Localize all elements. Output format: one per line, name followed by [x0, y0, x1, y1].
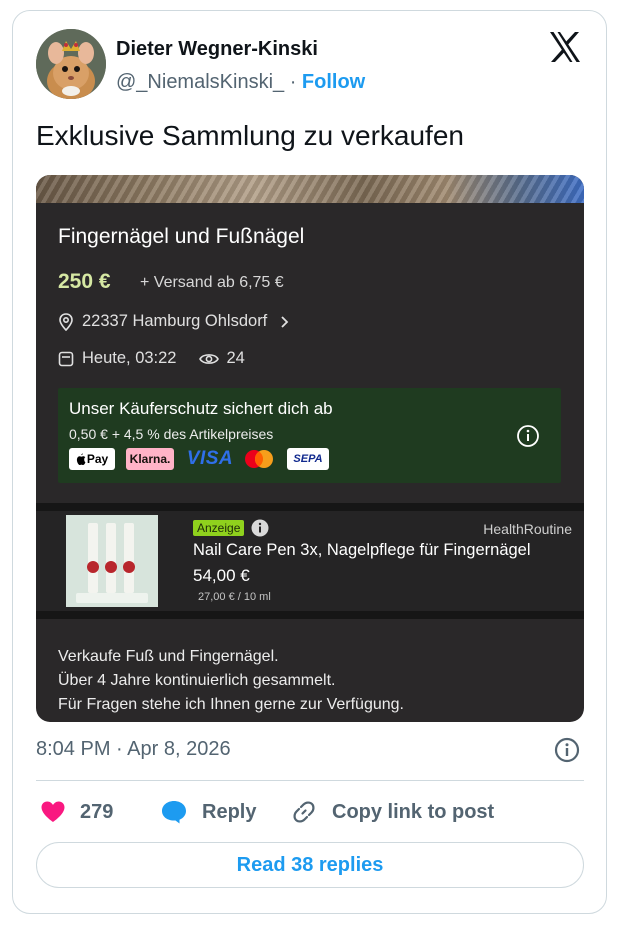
divider: [36, 611, 584, 619]
heart-icon: [41, 801, 65, 822]
listing-location: 22337 Hamburg Ohlsdorf: [58, 312, 297, 331]
apple-icon: [76, 453, 86, 465]
view-count: 24: [226, 349, 245, 367]
author-handle-row: @_NiemalsKinski_ · Follow: [116, 71, 365, 94]
description-line: Verkaufe Fuß und Fingernägel.: [58, 648, 279, 665]
protection-fee: 0,50 € + 4,5 % des Artikelpreises: [69, 426, 274, 442]
follow-button[interactable]: Follow: [302, 71, 365, 93]
sepa-badge: SEPA: [287, 448, 329, 470]
ad-banner[interactable]: Anzeige HealthRoutine Nail Care Pen 3x, …: [36, 511, 584, 611]
reply-bubble-icon: [162, 801, 186, 824]
calendar-icon: [58, 351, 74, 366]
ad-info-icon[interactable]: [251, 519, 269, 537]
info-icon[interactable]: [516, 424, 540, 448]
ad-product-image: [66, 515, 158, 607]
location-text: 22337 Hamburg Ohlsdorf: [82, 312, 268, 330]
tweet-media[interactable]: Fingernägel und Fußnägel 250 € + Versand…: [36, 175, 584, 722]
like-count: 279: [80, 800, 114, 823]
tweet-text: Exklusive Sammlung zu verkaufen: [36, 120, 464, 151]
description-line: Über 4 Jahre kontinuierlich gesammelt.: [58, 672, 336, 689]
avatar[interactable]: [36, 29, 106, 99]
posted-time: Heute, 03:22: [82, 349, 177, 367]
listing-photo: [36, 175, 584, 203]
reply-label: Reply: [202, 800, 257, 823]
copy-link-label: Copy link to post: [332, 800, 495, 823]
mastercard-badge: [242, 448, 276, 470]
read-replies-button[interactable]: Read 38 replies: [36, 842, 584, 888]
apple-pay-label: Pay: [86, 452, 109, 466]
x-logo-icon[interactable]: [548, 31, 582, 63]
apple-pay-badge: Pay: [69, 448, 115, 470]
reply-button[interactable]: Reply: [160, 797, 256, 827]
like-button[interactable]: 279: [40, 797, 113, 827]
author-handle[interactable]: @_NiemalsKinski_: [116, 71, 284, 93]
ad-title: Nail Care Pen 3x, Nagelpflege für Finger…: [193, 541, 531, 559]
mastercard-icon: [245, 450, 273, 468]
listing-price: 250 €: [58, 270, 111, 293]
eye-icon: [198, 353, 219, 364]
divider: [36, 780, 584, 781]
description-line: Für Fragen stehe ich Ihnen gerne zur Ver…: [58, 696, 404, 713]
buyer-protection-panel: Unser Käuferschutz sichert dich ab 0,50 …: [58, 388, 561, 483]
tweet-timestamp[interactable]: 8:04 PM · Apr 8, 2026: [36, 738, 231, 761]
location-pin-icon: [59, 312, 73, 331]
listing-title: Fingernägel und Fußnägel: [58, 225, 305, 248]
divider: [36, 503, 584, 511]
handle-separator: ·: [284, 71, 302, 93]
info-icon[interactable]: [554, 737, 580, 763]
ad-badge: Anzeige: [193, 520, 245, 536]
ad-brand: HealthRoutine: [483, 521, 572, 537]
ad-price: 54,00 €: [193, 566, 250, 585]
author-name[interactable]: Dieter Wegner-Kinski: [116, 38, 318, 61]
visa-badge: VISA: [186, 448, 234, 469]
klarna-badge: Klarna.: [126, 448, 174, 470]
copy-link-button[interactable]: Copy link to post: [290, 797, 494, 827]
link-icon: [293, 801, 315, 823]
ad-unit-price: 27,00 € / 10 ml: [198, 591, 271, 603]
protection-title: Unser Käuferschutz sichert dich ab: [69, 399, 333, 418]
chevron-right-icon: [281, 315, 289, 328]
listing-shipping: + Versand ab 6,75 €: [140, 274, 284, 291]
listing-meta: Heute, 03:22 24: [58, 349, 245, 368]
